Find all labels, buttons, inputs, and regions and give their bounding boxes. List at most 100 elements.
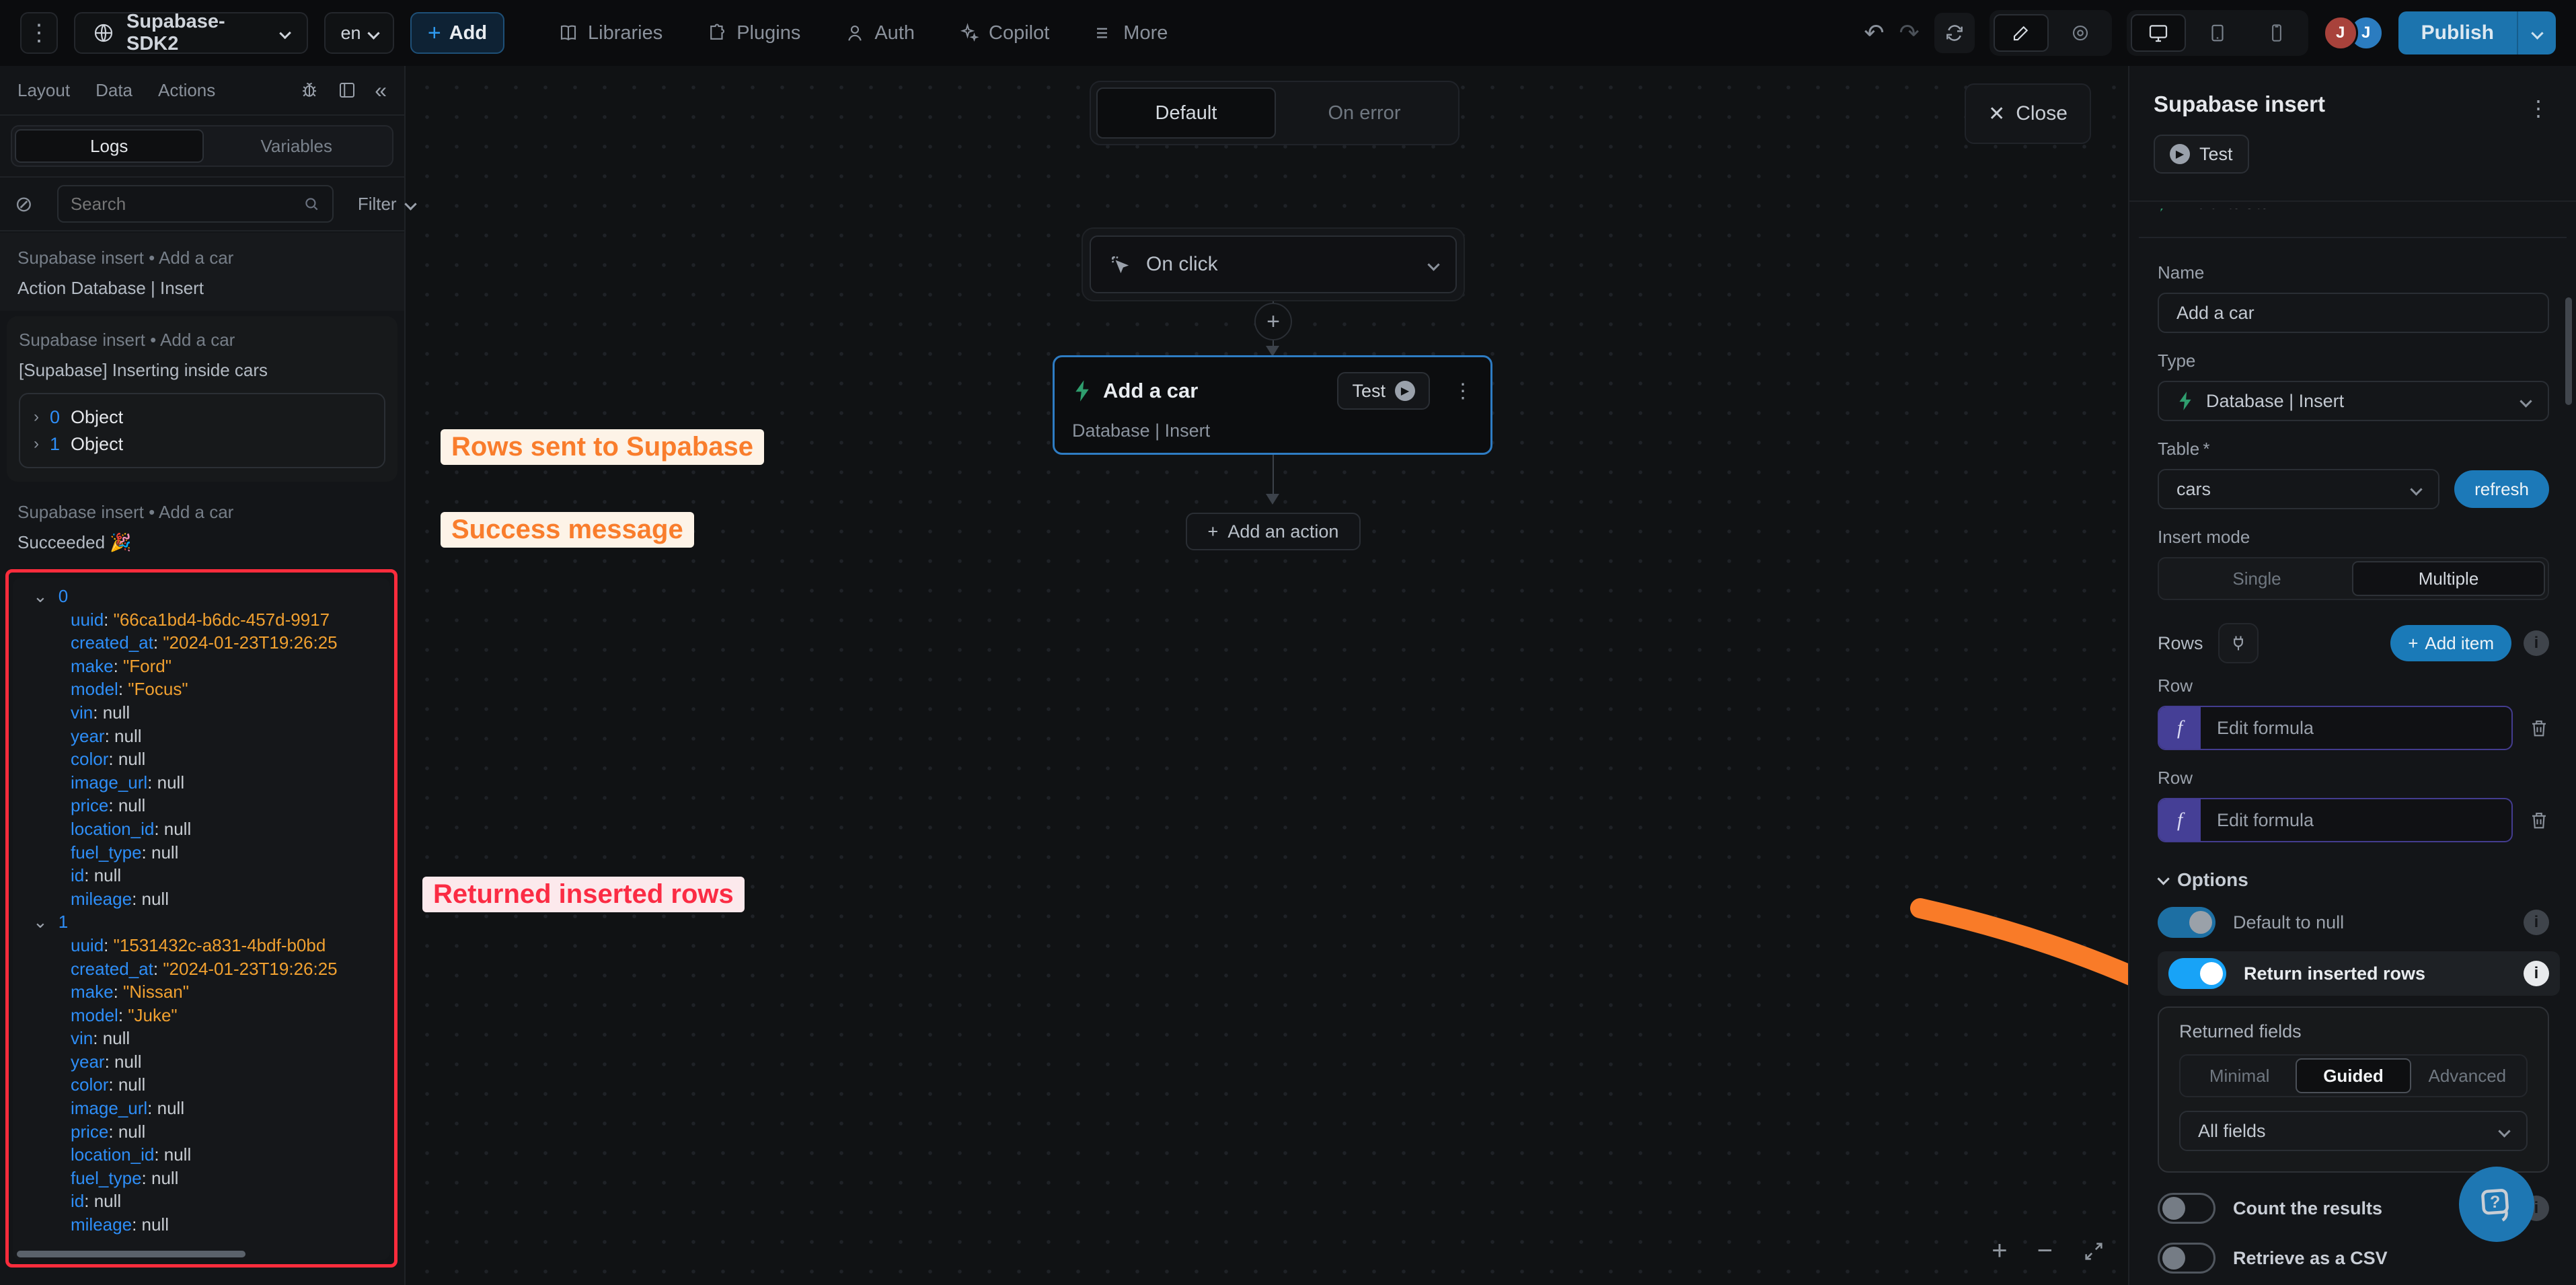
info-icon[interactable]: i — [2524, 910, 2549, 935]
json-result-tree[interactable]: ⌄0uuid: "66ca1bd4-b6dc-457d-9917created_… — [13, 578, 390, 1260]
table-select[interactable]: cars — [2158, 469, 2439, 509]
add-step-plus-button[interactable]: + — [1254, 303, 1292, 340]
row-formula-input[interactable]: f Edit formula — [2158, 706, 2513, 750]
tab-actions[interactable]: Actions — [158, 80, 215, 101]
desktop-device-button[interactable] — [2131, 14, 2186, 52]
sync-button[interactable] — [1934, 13, 1975, 53]
info-icon[interactable]: i — [2524, 630, 2549, 656]
chevron-down-icon — [367, 27, 379, 39]
insert-mode-multiple[interactable]: Multiple — [2352, 561, 2545, 596]
log-entry[interactable]: Supabase insert • Add a car Action Datab… — [0, 233, 404, 311]
object-preview-row[interactable]: › 0 Object — [34, 404, 371, 431]
type-select[interactable]: Database | Insert — [2158, 381, 2549, 421]
action-section-header-clipped[interactable]: Add a car — [2139, 209, 2567, 238]
returned-fields-advanced[interactable]: Advanced — [2411, 1058, 2524, 1093]
debug-bug-icon[interactable] — [299, 80, 319, 100]
delete-row-trash-icon[interactable] — [2529, 718, 2549, 738]
add-element-button[interactable]: + Add — [410, 12, 504, 54]
insert-mode-single[interactable]: Single — [2162, 561, 2352, 596]
nav-plugins[interactable]: Plugins — [707, 22, 800, 44]
tab-layout[interactable]: Layout — [17, 80, 70, 101]
language-selector[interactable]: en — [324, 12, 394, 54]
clear-logs-icon[interactable]: ⊘ — [15, 191, 33, 217]
publish-options-button[interactable] — [2517, 11, 2556, 54]
fit-view-icon[interactable] — [2082, 1240, 2105, 1263]
panel-layout-icon[interactable] — [337, 80, 357, 100]
vertical-scrollbar[interactable] — [2565, 297, 2572, 405]
returned-fields-select[interactable]: All fields — [2179, 1111, 2528, 1151]
options-section-header[interactable]: Options — [2158, 869, 2549, 891]
json-object-header[interactable]: ⌄1 — [13, 910, 390, 934]
trigger-node-wrap: On click — [1082, 227, 1465, 301]
redo-button[interactable]: ↷ — [1899, 19, 1919, 47]
app-root: ⋮ Supabase-SDK2 en + Add Libraries — [0, 0, 2576, 1285]
log-entry[interactable]: Supabase insert • Add a car [Supabase] I… — [7, 316, 397, 482]
main-menu-button[interactable]: ⋮ — [20, 12, 58, 54]
menu-lines-icon — [1094, 23, 1114, 43]
tab-on-error[interactable]: On error — [1276, 87, 1453, 139]
node-menu-icon[interactable]: ⋮ — [1453, 379, 1473, 403]
nav-copilot[interactable]: Copilot — [959, 22, 1049, 44]
chevron-down-icon — [1427, 258, 1439, 270]
json-field-line: fuel_type: null — [13, 841, 390, 865]
insert-mode-toggle: Single Multiple — [2158, 557, 2549, 600]
search-input[interactable] — [71, 194, 296, 215]
add-an-action-button[interactable]: + Add an action — [1186, 513, 1361, 550]
chevron-down-icon — [279, 27, 291, 39]
log-entry-subtitle: Succeeded 🎉 — [17, 532, 387, 553]
zoom-in-button[interactable]: + — [1992, 1236, 2007, 1266]
test-action-button[interactable]: Test ▶ — [1337, 372, 1430, 410]
filter-dropdown[interactable]: Filter — [358, 194, 415, 215]
chevron-down-icon — [2498, 1125, 2510, 1137]
trigger-node-on-click[interactable]: On click — [1090, 235, 1457, 293]
return-inserted-rows-toggle[interactable] — [2168, 958, 2226, 989]
default-to-null-toggle[interactable] — [2158, 907, 2215, 938]
trigger-label: On click — [1146, 253, 1218, 276]
undo-button[interactable]: ↶ — [1864, 19, 1884, 47]
count-results-toggle[interactable] — [2158, 1193, 2215, 1224]
log-entry[interactable]: Supabase insert • Add a car Succeeded 🎉 — [0, 482, 404, 565]
publish-button[interactable]: Publish — [2398, 11, 2517, 54]
help-chat-button[interactable]: ? — [2459, 1167, 2534, 1242]
log-search[interactable] — [57, 185, 334, 223]
collapse-panel-icon[interactable]: « — [375, 78, 387, 103]
add-item-button[interactable]: + Add item — [2390, 625, 2511, 661]
object-preview-row[interactable]: › 1 Object — [34, 431, 371, 457]
bind-data-plug-icon[interactable] — [2218, 623, 2259, 663]
returned-fields-minimal[interactable]: Minimal — [2183, 1058, 2296, 1093]
panel-menu-icon[interactable]: ⋮ — [2528, 96, 2549, 121]
nav-libraries[interactable]: Libraries — [558, 22, 662, 44]
returned-fields-guided[interactable]: Guided — [2296, 1058, 2411, 1093]
row-formula-input[interactable]: f Edit formula — [2158, 798, 2513, 842]
json-object-header[interactable]: ⌄0 — [13, 585, 390, 608]
json-field-line: year: null — [13, 1050, 390, 1074]
edit-mode-button[interactable] — [1994, 14, 2049, 52]
action-node-add-a-car[interactable]: Add a car Test ▶ ⋮ Database | Insert — [1053, 355, 1492, 455]
tab-data[interactable]: Data — [96, 80, 132, 101]
avatar[interactable]: J — [2323, 15, 2358, 50]
tablet-device-button[interactable] — [2190, 14, 2245, 52]
zoom-out-button[interactable]: − — [2037, 1236, 2053, 1266]
phone-device-button[interactable] — [2249, 14, 2304, 52]
refresh-tables-button[interactable]: refresh — [2454, 470, 2549, 508]
json-field-line: year: null — [13, 725, 390, 748]
delete-row-trash-icon[interactable] — [2529, 810, 2549, 830]
tab-variables[interactable]: Variables — [204, 129, 390, 163]
horizontal-scrollbar[interactable] — [17, 1251, 363, 1257]
tab-logs[interactable]: Logs — [15, 129, 204, 163]
json-field-line: id: null — [13, 864, 390, 887]
chevron-down-icon — [2157, 873, 2169, 885]
close-icon: ✕ — [1988, 102, 2005, 126]
name-input[interactable]: Add a car — [2158, 293, 2549, 333]
nav-auth[interactable]: Auth — [845, 22, 915, 44]
retrieve-csv-toggle[interactable] — [2158, 1243, 2215, 1274]
chevron-down-icon — [2531, 27, 2543, 39]
close-workflow-button[interactable]: ✕ Close — [1965, 83, 2091, 144]
info-icon[interactable]: i — [2524, 961, 2549, 986]
tab-default[interactable]: Default — [1096, 87, 1276, 139]
test-workflow-button[interactable]: ▶ Test — [2154, 135, 2249, 174]
preview-mode-button[interactable] — [2053, 14, 2108, 52]
project-selector[interactable]: Supabase-SDK2 — [74, 12, 308, 54]
nav-more[interactable]: More — [1094, 22, 1168, 44]
scrollbar-thumb[interactable] — [17, 1251, 245, 1257]
